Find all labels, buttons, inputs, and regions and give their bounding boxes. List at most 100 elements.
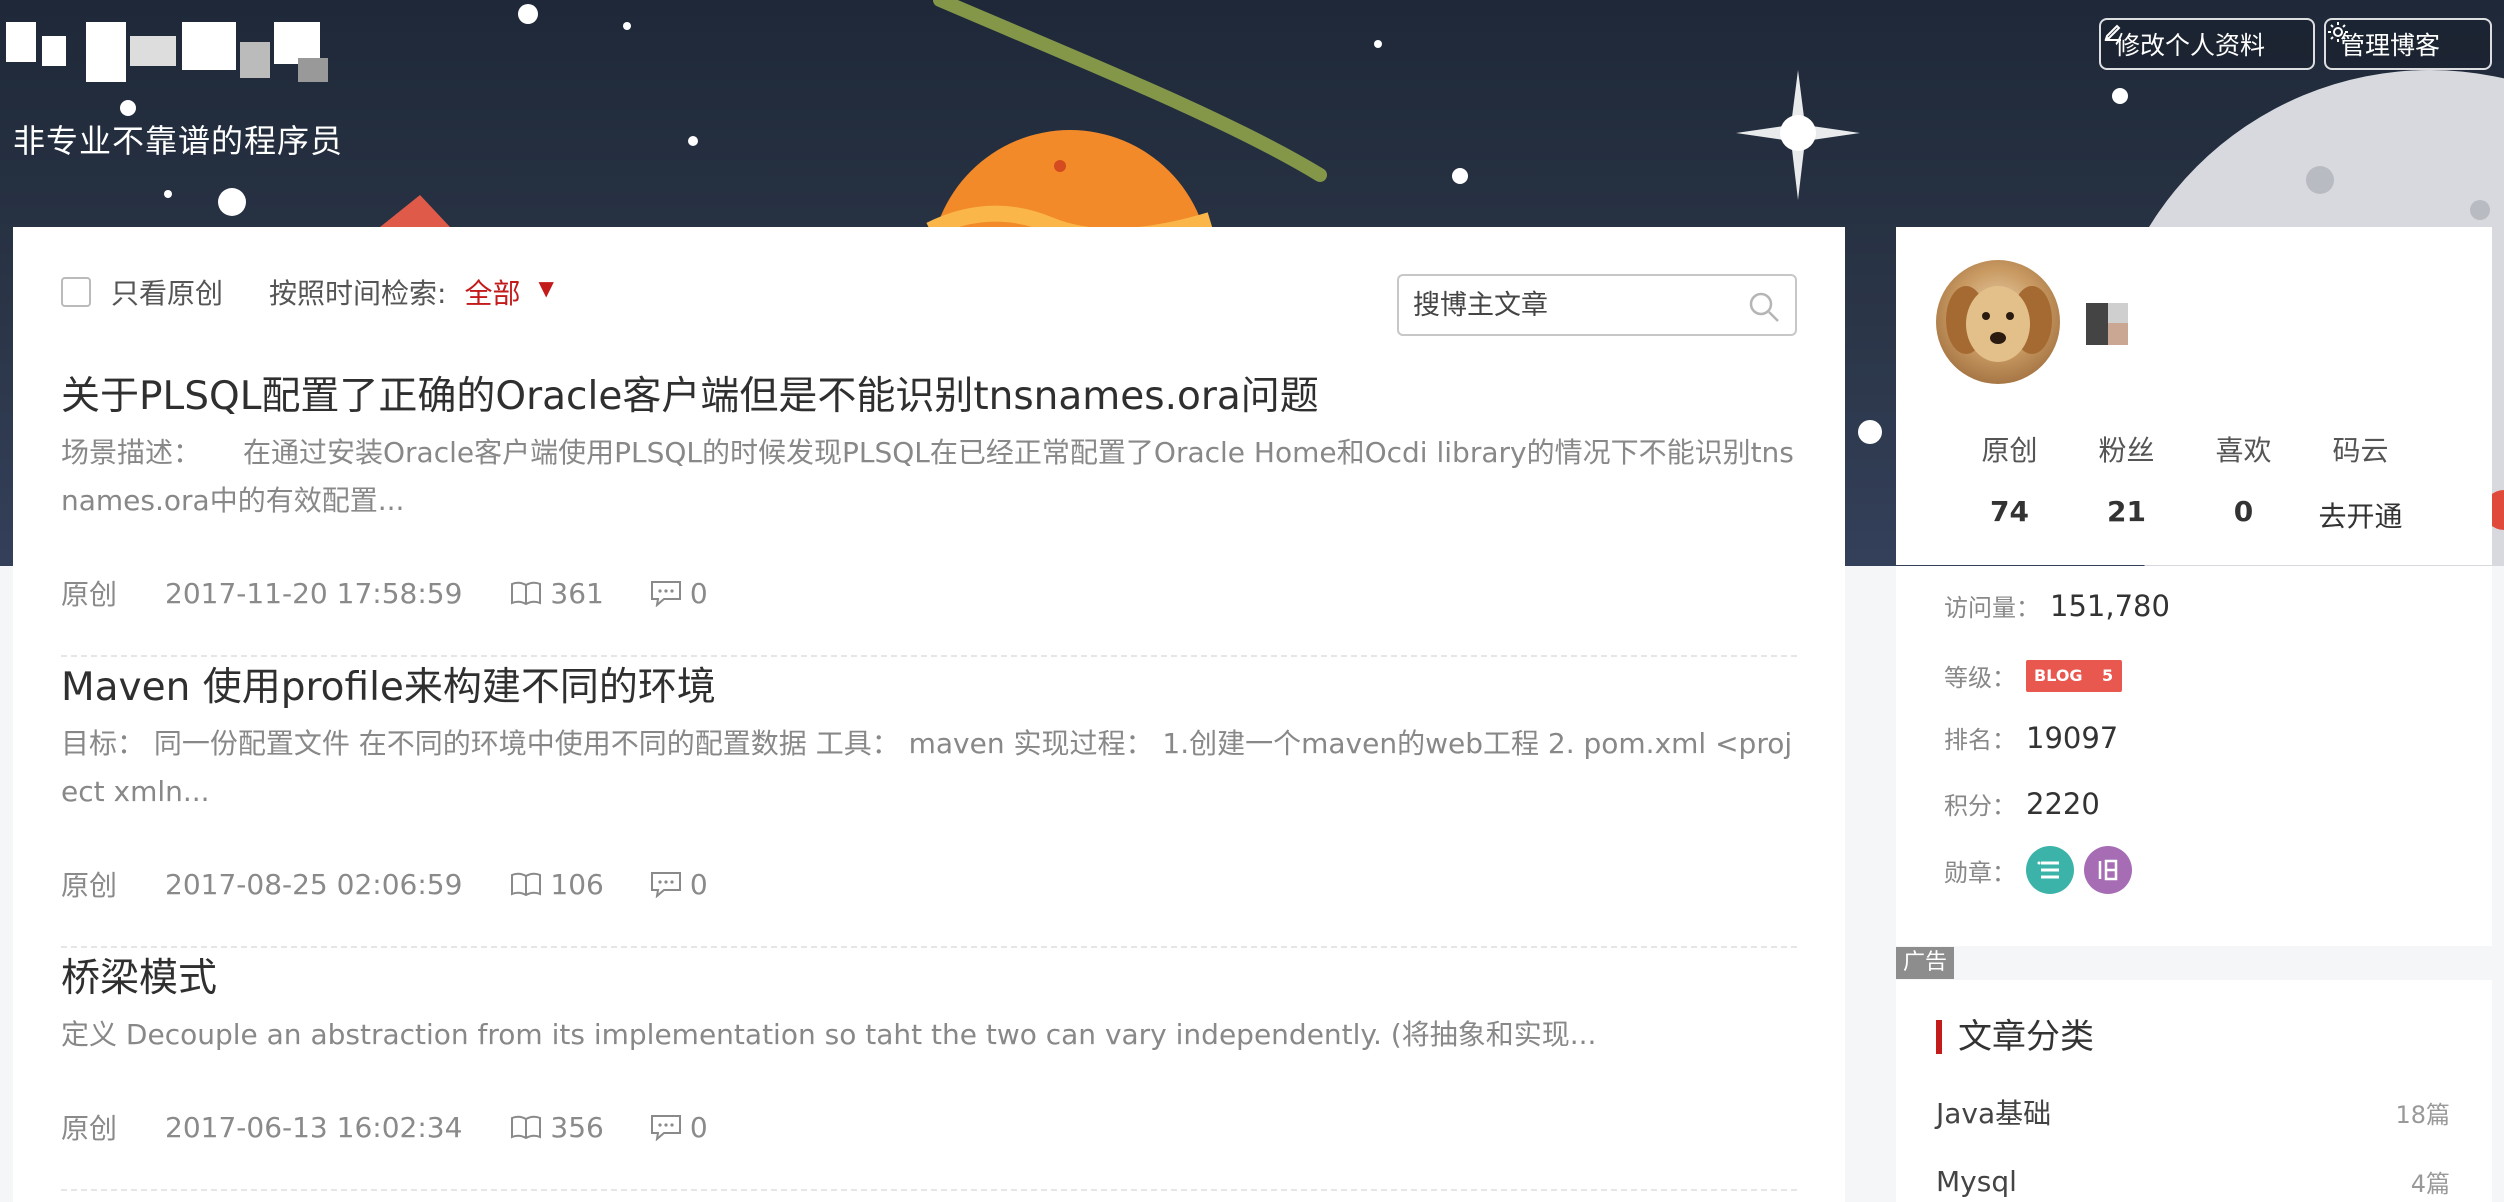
article-item: 关于PLSQL配置了正确的Oracle客户端但是不能识别tnsnames.ora… (61, 373, 1797, 657)
stat-label: 粉丝 (2098, 434, 2155, 467)
article-type: 原创 (61, 578, 118, 611)
original-only-checkbox[interactable] (61, 277, 91, 307)
comment-icon (650, 1115, 681, 1141)
edit-profile-label: 修改个人资料 (2115, 31, 2266, 60)
time-filter-label: 按照时间检索: (269, 277, 447, 310)
medals-label: 勋章： (1944, 858, 2016, 887)
stat-gitee[interactable]: 码云 去开通 (2302, 429, 2419, 535)
pencil-icon (2104, 24, 2121, 41)
gitee-open-link[interactable]: 去开通 (2302, 495, 2419, 535)
search-box (1397, 274, 1797, 336)
article-comments: 0 (650, 868, 708, 901)
blog-logo[interactable] (6, 22, 328, 82)
article-divider (61, 655, 1797, 657)
gear-icon (2328, 22, 2348, 42)
book-icon (511, 581, 542, 606)
persistence-medal-icon[interactable] (2084, 846, 2132, 894)
manage-blog-button[interactable]: 管理博客 (2324, 18, 2492, 70)
category-item[interactable]: Java基础 18篇 (1936, 1092, 2450, 1132)
article-meta: 原创 2017-06-13 16:02:34 356 0 (61, 1107, 708, 1147)
visits-value: 151,780 (2050, 588, 2170, 623)
category-card: 文章分类 Java基础 18篇 Mysql 4篇 (1896, 980, 2492, 1202)
article-title[interactable]: Maven 使用profile来构建不同的环境 (61, 664, 1797, 712)
article-views: 356 (510, 1110, 604, 1144)
article-item: 桥梁模式 定义 Decouple an abstraction from its… (61, 955, 1797, 1191)
article-comments-count: 0 (689, 576, 708, 610)
article-list-panel: 只看原创 按照时间检索: 全部 ▼ 关于PLSQL配置了正确的Oracle客户端… (13, 227, 1845, 1202)
stat-value: 0 (2233, 495, 2254, 528)
book-icon (511, 872, 542, 897)
filter-bar: 只看原创 按照时间检索: 全部 ▼ (61, 272, 554, 312)
search-input[interactable] (1413, 284, 1733, 326)
ad-label: 广告 (1896, 947, 1954, 979)
article-date: 2017-08-25 02:06:59 (165, 867, 463, 901)
search-icon[interactable] (1747, 290, 1781, 324)
level-label: 等级： (1944, 664, 2016, 692)
stat-label: 原创 (1981, 434, 2038, 467)
article-views-count: 361 (550, 576, 604, 610)
article-comments-count: 0 (689, 1110, 708, 1144)
medals-row: 勋章： (1944, 846, 2132, 894)
visits-row: 访问量： 151,780 (1944, 588, 2170, 623)
stat-value: 74 (1990, 495, 2029, 528)
article-title[interactable]: 桥梁模式 (61, 955, 1797, 1003)
stat-original[interactable]: 原创 74 (1951, 429, 2068, 535)
points-row: 积分： 2220 (1944, 786, 2100, 821)
level-badge-text: BLOG (2034, 665, 2083, 685)
rank-label: 排名： (1944, 726, 2016, 754)
article-date: 2017-06-13 16:02:34 (165, 1110, 463, 1144)
article-divider (61, 946, 1797, 948)
points-value: 2220 (2026, 786, 2100, 821)
article-views-count: 356 (550, 1110, 604, 1144)
avatar[interactable] (1936, 260, 2060, 384)
article-comments: 0 (650, 1111, 708, 1144)
manage-blog-label: 管理博客 (2340, 31, 2441, 60)
book-icon (511, 1115, 542, 1140)
blog-info-card: 访问量： 151,780 等级： BLOG 5 排名： 19097 积分： 22… (1896, 566, 2492, 946)
article-date: 2017-11-20 17:58:59 (165, 576, 463, 610)
original-only-label[interactable]: 只看原创 (111, 272, 223, 312)
article-views: 106 (510, 867, 604, 901)
article-views: 361 (510, 576, 604, 610)
level-row: 等级： BLOG 5 (1944, 658, 2122, 693)
comment-icon (650, 581, 681, 607)
category-name[interactable]: Mysql (1936, 1165, 2017, 1198)
stat-label: 码云 (2332, 434, 2389, 467)
caret-down-icon[interactable]: ▼ (538, 276, 553, 300)
article-type: 原创 (61, 869, 118, 902)
profile-card: 原创 74 粉丝 21 喜欢 0 码云 去开通 (1896, 227, 2492, 565)
profile-stats: 原创 74 粉丝 21 喜欢 0 码云 去开通 (1951, 429, 2441, 535)
article-meta: 原创 2017-11-20 17:58:59 361 0 (61, 573, 708, 613)
username[interactable] (2086, 303, 2128, 345)
stat-fans[interactable]: 粉丝 21 (2068, 429, 2185, 535)
category-name[interactable]: Java基础 (1936, 1092, 2051, 1132)
rank-row: 排名： 19097 (1944, 720, 2118, 755)
article-type: 原创 (61, 1112, 118, 1145)
time-filter-value[interactable]: 全部 (464, 272, 520, 312)
level-badge-number: 5 (2102, 665, 2114, 685)
category-title: 文章分类 (1936, 1020, 2094, 1054)
stat-likes[interactable]: 喜欢 0 (2185, 429, 2302, 535)
article-divider (61, 1189, 1797, 1191)
article-views-count: 106 (550, 867, 604, 901)
dog-avatar-image (1946, 286, 2052, 362)
blog-subtitle: 非专业不靠谱的程序员 (13, 122, 344, 160)
article-meta: 原创 2017-08-25 02:06:59 106 0 (61, 864, 708, 904)
points-label: 积分： (1944, 792, 2016, 820)
stat-value: 21 (2107, 495, 2146, 528)
article-description[interactable]: 场景描述： 在通过安装Oracle客户端使用PLSQL的时候发现PLSQL在已经… (61, 429, 1797, 525)
visits-label: 访问量： (1944, 594, 2040, 622)
level-badge: BLOG 5 (2026, 659, 2122, 692)
category-item[interactable]: Mysql 4篇 (1936, 1164, 2450, 1199)
category-count: 18篇 (2395, 1100, 2450, 1129)
list-medal-icon[interactable] (2026, 846, 2074, 894)
article-description[interactable]: 目标： 同一份配置文件 在不同的环境中使用不同的配置数据 工具： maven 实… (61, 720, 1797, 816)
edit-profile-button[interactable]: 修改个人资料 (2099, 18, 2315, 70)
category-count: 4篇 (2410, 1170, 2450, 1198)
article-item: Maven 使用profile来构建不同的环境 目标： 同一份配置文件 在不同的… (61, 664, 1797, 948)
article-comments: 0 (650, 577, 708, 610)
article-comments-count: 0 (689, 867, 708, 901)
comment-icon (650, 872, 681, 898)
article-title[interactable]: 关于PLSQL配置了正确的Oracle客户端但是不能识别tnsnames.ora… (61, 373, 1797, 421)
article-description[interactable]: 定义 Decouple an abstraction from its impl… (61, 1011, 1797, 1059)
